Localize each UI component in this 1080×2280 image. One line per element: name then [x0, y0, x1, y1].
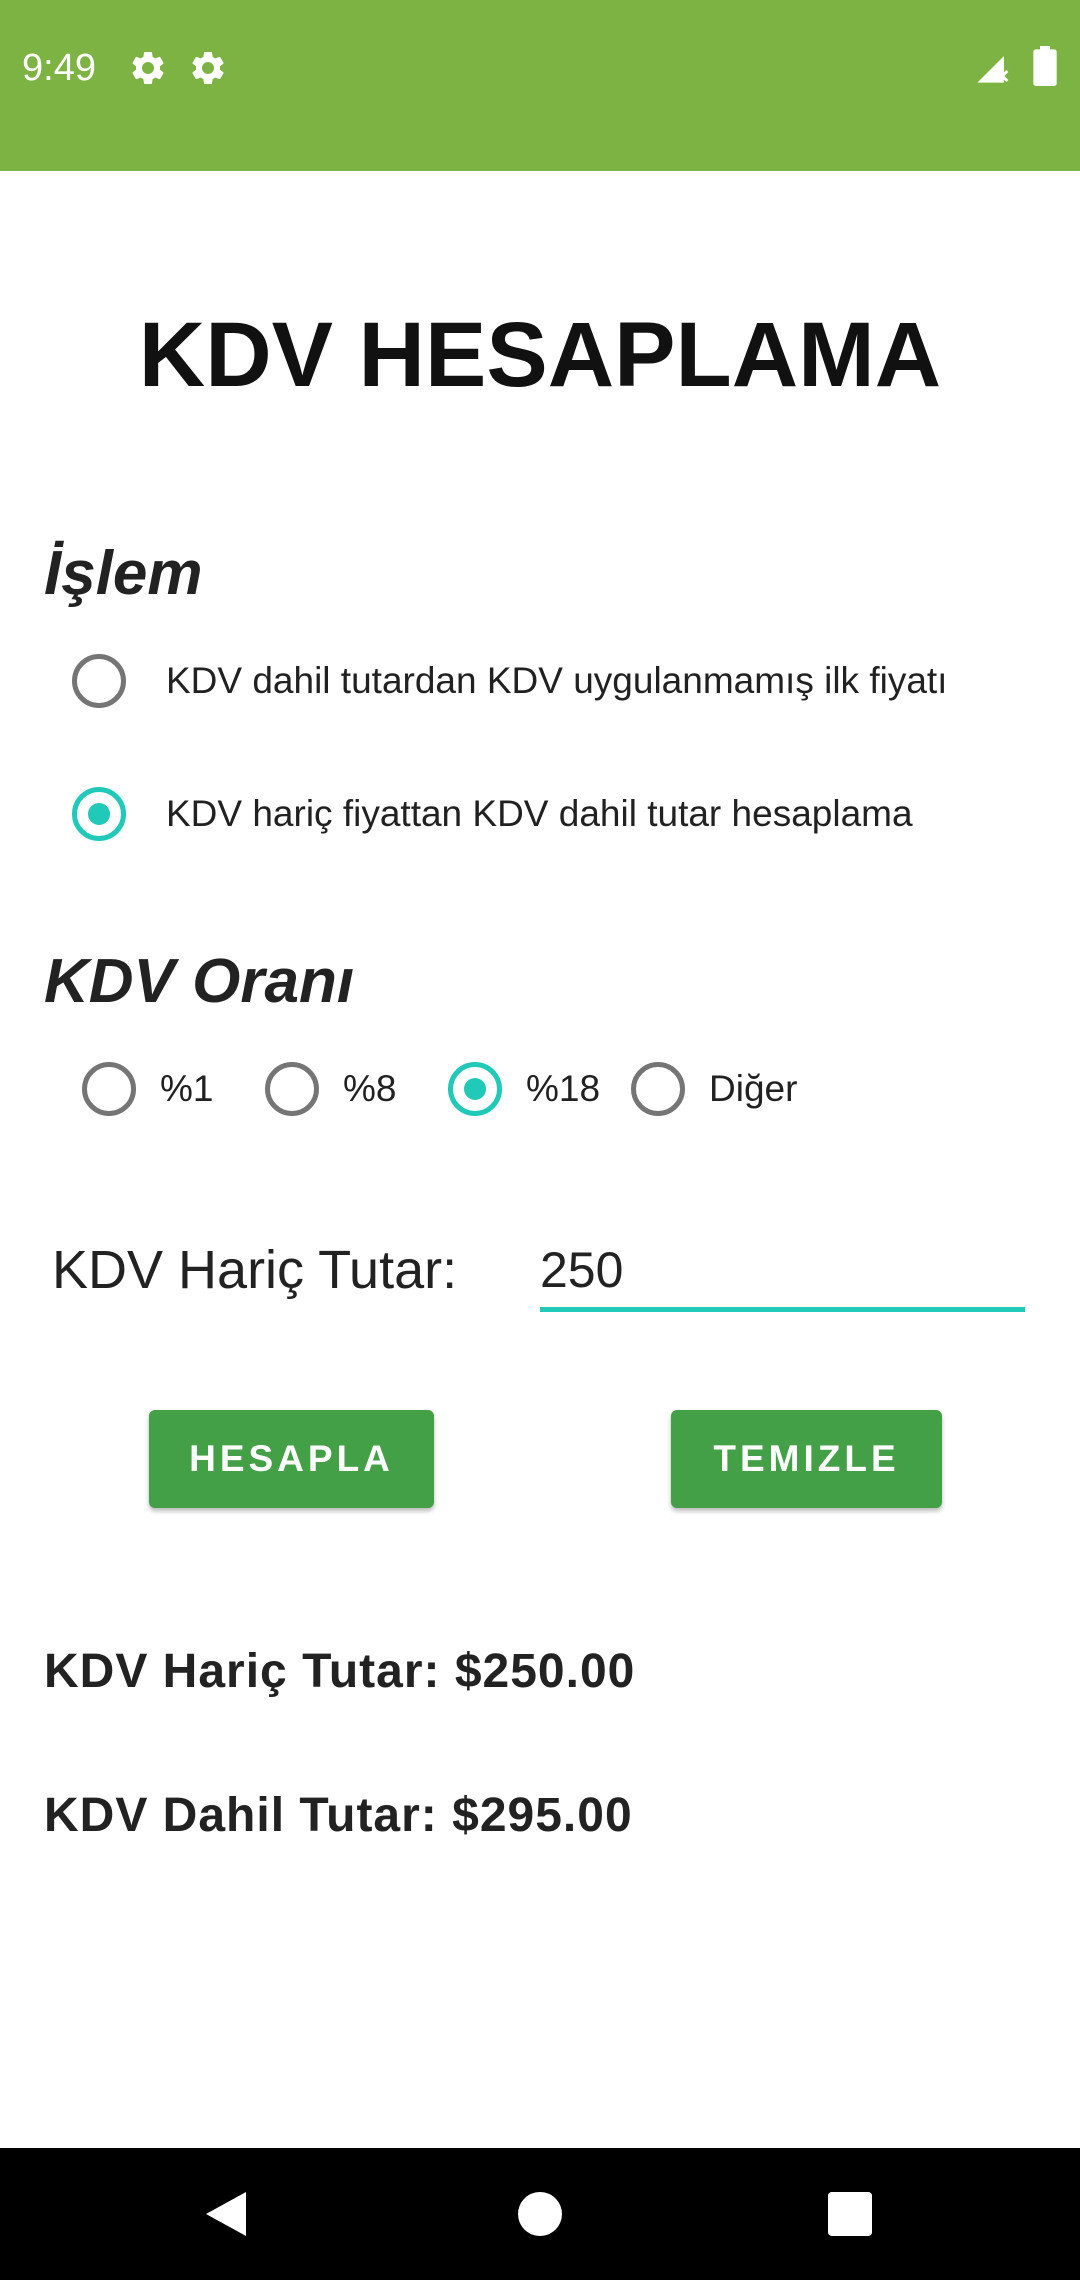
operation-option-label: KDV dahil tutardan KDV uygulanmamış ilk … [166, 660, 948, 701]
rate-option-8[interactable]: %8 [265, 1062, 396, 1116]
home-icon[interactable] [500, 2174, 580, 2254]
operation-option-label: KDV hariç fiyattan KDV dahil tutar hesap… [166, 793, 913, 834]
operation-option-gross-price[interactable]: KDV hariç fiyattan KDV dahil tutar hesap… [72, 787, 913, 841]
rate-option-label: %1 [160, 1068, 214, 1109]
settings-gear-icon [192, 51, 224, 84]
rate-option-label: %18 [526, 1068, 601, 1109]
battery-icon [1033, 46, 1057, 86]
status-right-icons [974, 46, 1058, 86]
settings-gear-icon [132, 51, 164, 84]
radio-button[interactable] [72, 654, 126, 708]
rate-option-18[interactable]: %18 [448, 1062, 600, 1116]
clear-button[interactable]: TEMIZLE [671, 1410, 942, 1508]
status-time: 9:49 [22, 47, 96, 89]
result-excluded-amount: KDV Hariç Tutar: $250.00 [44, 1645, 636, 1698]
rate-option-label: Diğer [709, 1068, 798, 1109]
amount-field-label: KDV Hariç Tutar: [52, 1240, 458, 1300]
radio-button[interactable] [265, 1062, 319, 1116]
rate-option-1[interactable]: %1 [82, 1062, 213, 1116]
result-included-amount: KDV Dahil Tutar: $295.00 [44, 1789, 633, 1842]
rate-option-label: %8 [343, 1068, 397, 1109]
rate-option-other[interactable]: Diğer [631, 1062, 797, 1116]
operation-section-title: İşlem [44, 539, 203, 608]
radio-button-selected[interactable] [72, 787, 126, 841]
page-title: KDV HESAPLAMA [138, 304, 942, 406]
radio-button[interactable] [82, 1062, 136, 1116]
signal-icon [977, 56, 1009, 83]
radio-button-selected[interactable] [448, 1062, 502, 1116]
amount-input[interactable] [540, 1232, 1025, 1312]
calculate-button[interactable]: HESAPLA [149, 1410, 434, 1508]
navigation-bar [0, 2148, 1080, 2280]
recents-icon[interactable] [810, 2174, 890, 2254]
back-icon[interactable] [186, 2174, 266, 2254]
rate-section-title: KDV Oranı [44, 947, 355, 1016]
status-bar: 9:49 [0, 0, 1080, 171]
radio-button[interactable] [631, 1062, 685, 1116]
operation-option-net-price[interactable]: KDV dahil tutardan KDV uygulanmamış ilk … [72, 654, 947, 708]
